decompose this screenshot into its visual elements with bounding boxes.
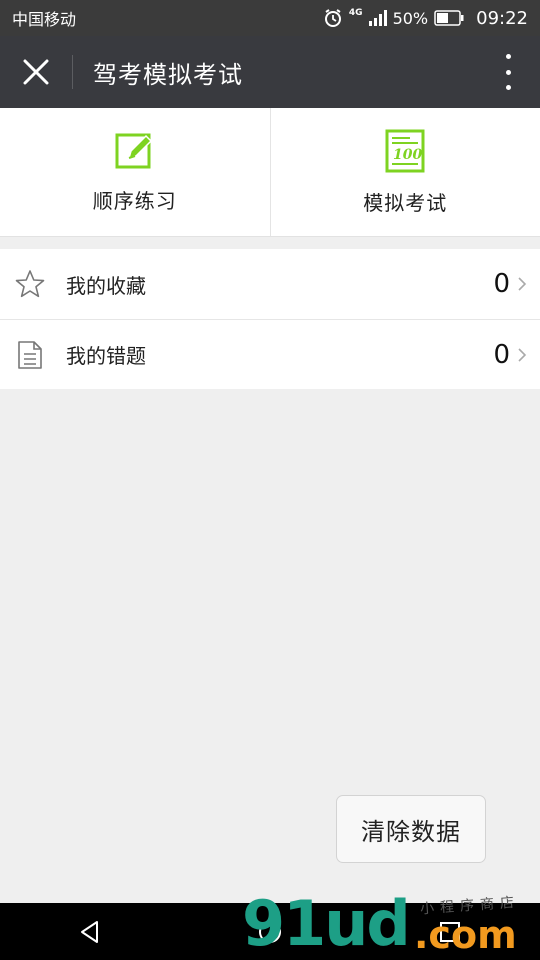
list-item-wrong-answers[interactable]: 我的错题 0 — [0, 319, 540, 389]
favorites-count: 0 — [493, 269, 510, 299]
page-title: 驾考模拟考试 — [93, 60, 243, 89]
exam-score-100-icon: 100 — [385, 129, 425, 172]
title-divider — [72, 55, 73, 89]
mode-cards: 顺序练习 100 模拟考试 — [0, 108, 540, 237]
battery-percent: 50% — [392, 8, 429, 28]
list-item-favorites[interactable]: 我的收藏 0 — [0, 249, 540, 319]
carrier-label: 中国移动 — [12, 10, 77, 29]
status-right: 4G 50% 09:22 — [323, 8, 528, 29]
more-icon-dot — [505, 85, 511, 90]
list-item-label: 我的收藏 — [66, 273, 146, 298]
chevron-right-icon — [518, 277, 527, 291]
more-icon-dot — [505, 69, 511, 75]
close-button[interactable] — [0, 36, 72, 108]
more-icon — [505, 54, 511, 59]
recent-apps-icon[interactable] — [437, 919, 463, 945]
star-icon — [14, 268, 46, 300]
network-type: 4G — [348, 8, 363, 18]
card-label: 顺序练习 — [92, 188, 177, 213]
back-icon[interactable] — [77, 919, 103, 945]
alarm-icon — [324, 9, 341, 27]
system-nav-bar — [0, 903, 540, 960]
record-list: 我的收藏 0 我的错题 0 — [0, 249, 540, 389]
home-icon[interactable] — [257, 919, 283, 945]
status-bar: 中国移动 4G 50% 09:22 — [0, 0, 540, 36]
mock-exam-card[interactable]: 100 模拟考试 — [269, 108, 540, 236]
clear-data-button[interactable]: 清除数据 — [336, 795, 486, 863]
document-icon — [14, 339, 46, 371]
card-label: 模拟考试 — [363, 190, 448, 215]
list-item-label: 我的错题 — [66, 344, 146, 368]
edit-pencil-icon — [115, 133, 152, 168]
svg-text:100: 100 — [393, 147, 422, 163]
app-bar: 驾考模拟考试 — [0, 36, 540, 108]
battery-icon — [434, 10, 464, 26]
more-menu-button[interactable] — [496, 54, 520, 90]
signal-icon — [368, 10, 387, 26]
wrong-answers-count: 0 — [493, 339, 510, 370]
close-icon — [23, 59, 49, 85]
sequential-practice-card[interactable]: 顺序练习 — [0, 108, 270, 236]
chevron-right-icon — [518, 347, 527, 362]
clock-time: 09:22 — [476, 7, 528, 29]
